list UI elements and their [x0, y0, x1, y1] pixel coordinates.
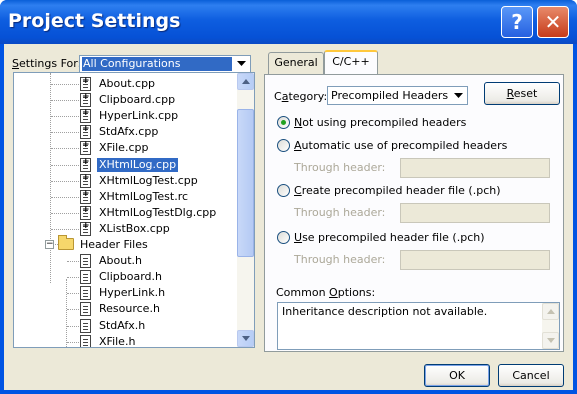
- radio-precompiled-option[interactable]: [277, 139, 290, 152]
- tree-connector: [67, 325, 79, 327]
- common-options-label: Common Options:: [276, 286, 376, 299]
- source-file-icon: [80, 76, 91, 91]
- through-header-label: Through header:: [294, 161, 386, 174]
- header-file-icon: [80, 334, 91, 347]
- tree-item-label: XListBox.cpp: [99, 221, 170, 235]
- window-title: Project Settings: [8, 10, 181, 32]
- tree-item-label: StdAfx.cpp: [99, 125, 159, 139]
- scroll-up-button[interactable]: [542, 303, 559, 320]
- radio-option-label[interactable]: Not using precompiled headers: [294, 116, 466, 129]
- tree-item-label: Header Files: [80, 238, 148, 251]
- project-file-tree[interactable]: About.cpp Clipboard.cpp HyperLink.cpp StdAf…: [13, 72, 255, 348]
- common-options-textarea[interactable]: Inheritance description not available.: [277, 302, 560, 350]
- through-header-label: Through header:: [294, 206, 386, 219]
- tree-item-label: XFile.cpp: [99, 141, 149, 155]
- through-header-input[interactable]: [400, 158, 550, 178]
- radio-precompiled-option[interactable]: [277, 116, 290, 129]
- radio-precompiled-option[interactable]: [277, 184, 290, 197]
- tree-vertical-scrollbar[interactable]: [237, 73, 254, 347]
- radio-option-label[interactable]: Create precompiled header file (.pch): [294, 184, 501, 197]
- tree-connector: [67, 309, 79, 311]
- help-button[interactable]: ?: [501, 6, 533, 38]
- tab-c-cpp[interactable]: C/C++: [324, 50, 378, 74]
- source-file-icon: [80, 173, 91, 188]
- tree-connector: [67, 293, 79, 295]
- source-file-icon: [80, 124, 91, 140]
- close-button[interactable]: ✕: [537, 6, 569, 38]
- tree-item-label: Clipboard.h: [99, 270, 163, 284]
- scroll-thumb[interactable]: [237, 109, 254, 257]
- source-file-icon: [80, 189, 91, 204]
- settings-for-combo[interactable]: All Configurations: [79, 55, 251, 73]
- tree-item-label: HyperLink.h: [99, 286, 166, 300]
- settings-for-value: All Configurations: [82, 57, 232, 71]
- tree-item-label: XFile.h: [99, 334, 136, 348]
- tree-item-label: About.cpp: [99, 77, 156, 90]
- chevron-down-icon[interactable]: [451, 89, 466, 103]
- category-value: Precompiled Headers: [331, 89, 449, 102]
- tree-connector: [67, 261, 79, 263]
- through-header-input[interactable]: [400, 203, 550, 223]
- settings-for-label: Settings For:: [12, 57, 82, 70]
- collapse-icon[interactable]: −: [45, 240, 54, 249]
- header-file-icon: [80, 318, 91, 333]
- header-file-icon: [80, 302, 91, 317]
- project-settings-window: Project Settings ? ✕ Settings For: All C…: [0, 0, 577, 394]
- tree-item-label: XHtmlLogTest.cpp: [99, 173, 198, 187]
- tree-connector: [51, 116, 79, 118]
- tree-connector: [51, 212, 79, 214]
- common-options-text: Inheritance description not available.: [282, 305, 488, 318]
- radio-precompiled-option[interactable]: [277, 231, 290, 244]
- source-file-icon: [80, 157, 91, 172]
- tree-item-label: Clipboard.cpp: [99, 93, 176, 107]
- source-file-icon: [80, 205, 91, 220]
- tree-connector: [51, 100, 79, 102]
- title-bar[interactable]: Project Settings ? ✕: [0, 0, 577, 44]
- tree-connector: [67, 277, 79, 279]
- radio-option-label[interactable]: Automatic use of precompiled headers: [294, 139, 507, 152]
- tree-connector: [51, 228, 79, 230]
- tree-connector: [51, 84, 79, 85]
- memo-vertical-scrollbar[interactable]: [542, 303, 559, 349]
- ok-button[interactable]: OK: [424, 364, 490, 387]
- source-file-icon: [80, 221, 91, 236]
- tree-item-label: HyperLink.cpp: [99, 109, 179, 123]
- tree-connector: [51, 148, 79, 150]
- tree-connector: [51, 196, 79, 198]
- tree-item-label: StdAfx.h: [99, 318, 146, 332]
- tree-item-label: XHtmlLog.cpp: [97, 157, 179, 172]
- reset-button[interactable]: Reset: [484, 82, 560, 105]
- tree-item-label: Resource.h: [99, 302, 160, 316]
- tree-connector: [51, 164, 79, 166]
- through-header-input[interactable]: [400, 250, 550, 270]
- header-file-icon: [80, 270, 91, 285]
- radio-option-label[interactable]: Use precompiled header file (.pch): [294, 231, 485, 244]
- tree-connector: [50, 73, 51, 283]
- tab-general[interactable]: General: [268, 52, 324, 74]
- cancel-button[interactable]: Cancel: [498, 364, 564, 387]
- source-file-icon: [80, 140, 91, 156]
- scroll-down-button[interactable]: [542, 332, 559, 349]
- tree-item-label: XHtmlLogTestDlg.cpp: [99, 205, 217, 219]
- scroll-up-button[interactable]: [237, 73, 254, 90]
- category-combo[interactable]: Precompiled Headers: [327, 86, 468, 105]
- source-file-icon: [80, 92, 91, 108]
- source-file-icon: [80, 108, 91, 124]
- dialog-client-area: Settings For: All Configurations About.c…: [4, 44, 573, 390]
- tree-connector: [51, 180, 79, 182]
- header-file-icon: [80, 254, 91, 269]
- header-file-icon: [80, 286, 91, 301]
- tree-item-label: XHtmlLogTest.rc: [99, 189, 189, 203]
- folder-open-icon: [58, 235, 74, 250]
- category-label: Category:: [274, 90, 328, 103]
- tree-connector: [51, 132, 79, 134]
- tree-connector: [67, 341, 79, 343]
- chevron-down-icon[interactable]: [234, 57, 249, 71]
- through-header-label: Through header:: [294, 253, 386, 266]
- tree-item-label: About.h: [99, 254, 142, 268]
- tree-connector: [66, 279, 67, 347]
- scroll-down-button[interactable]: [237, 330, 254, 347]
